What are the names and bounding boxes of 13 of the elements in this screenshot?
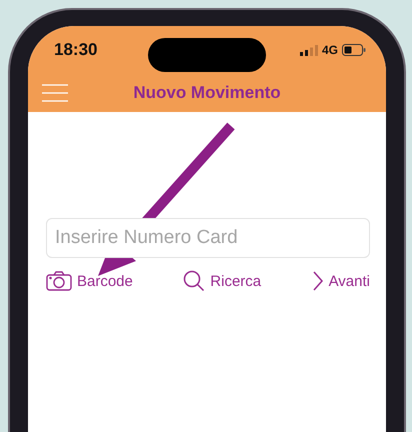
search-button[interactable]: Ricerca [183,270,262,292]
barcode-button[interactable]: Barcode [46,271,133,291]
battery-icon [342,44,366,56]
signal-icon [300,44,318,56]
search-icon [183,270,206,292]
chevron-right-icon [312,270,324,292]
network-label: 4G [322,43,338,57]
camera-icon [46,271,72,291]
status-time: 18:30 [54,40,98,60]
next-button[interactable]: Avanti [312,270,370,292]
card-number-field[interactable]: Inserire Numero Card [46,218,370,258]
screen-title: Nuovo Movimento [132,83,282,103]
menu-icon[interactable] [42,84,68,102]
